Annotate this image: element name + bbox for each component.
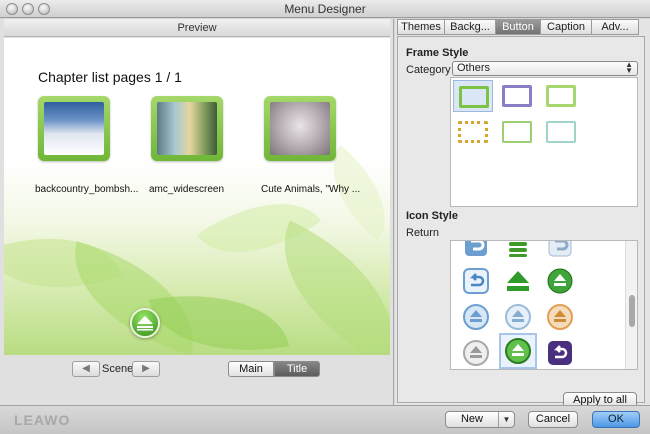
frame-option-1[interactable] [453,80,493,112]
thumbnail-label: amc_widescreen [149,184,225,195]
cancel-button[interactable]: Cancel [528,411,578,428]
chapter-thumbnail-1[interactable] [38,96,110,161]
eject-icon [507,271,529,291]
icon-style-grid [450,240,638,370]
thumbnail-label: backcountry_bombsh... [35,184,139,195]
frame-option-2[interactable] [497,80,537,112]
icon-option-eject-green-round[interactable] [541,263,579,299]
settings-pane: Themes Backg... Button Caption Adv... Fr… [395,19,650,409]
frame-option-5[interactable] [497,116,537,148]
icon-grid-scrollbar[interactable] [625,241,637,369]
scene-label: Scene [102,363,134,375]
tab-main[interactable]: Main [228,361,274,377]
ok-button[interactable]: OK [592,411,640,428]
preview-header: Preview [4,19,390,37]
tab-caption[interactable]: Caption [540,19,592,35]
bottom-toolbar: LEAWO New ▼ Cancel OK [0,405,650,434]
return-arrow-icon [463,268,489,294]
chapter-thumbnail-3[interactable] [264,96,336,161]
frame-option-6[interactable] [541,116,581,148]
eject-icon [509,242,527,257]
tab-advanced[interactable]: Adv... [591,19,639,35]
eject-icon [463,304,489,330]
icon-option-return-purple-square[interactable] [541,335,579,369]
icon-option-return-blue-square[interactable] [457,241,495,263]
icon-style-heading: Icon Style [406,210,458,222]
chevron-right-icon: ▶ [142,363,150,374]
frame-preview [459,86,489,108]
thumbnail-image [44,102,104,155]
icon-option-return-blue-outline[interactable] [457,263,495,299]
eject-icon [547,304,573,330]
chevron-down-icon[interactable]: ▼ [498,412,514,427]
category-value: Others [457,62,491,74]
tab-themes[interactable]: Themes [397,19,445,35]
thumbnail-image [157,102,217,155]
leawo-logo: LEAWO [14,412,71,428]
icon-option-eject-blue-round[interactable] [457,299,495,335]
tab-background[interactable]: Backg... [444,19,496,35]
settings-tabs: Themes Backg... Button Caption Adv... [397,19,645,37]
tab-title[interactable]: Title [274,361,320,377]
return-arrow-icon [548,341,572,365]
category-select[interactable]: Others ▲ ▼ [452,61,638,76]
thumbnail-image [270,102,330,155]
category-label: Category [406,64,451,76]
eject-icon [137,316,153,331]
preview-canvas: Chapter list pages 1 / 1 backcountry_bom… [4,38,390,355]
chapter-list-title: Chapter list pages 1 / 1 [38,69,182,85]
icon-option-eject-green-selected[interactable] [499,333,537,369]
icon-option-eject-lightblue-round[interactable] [499,299,537,335]
eject-icon [547,268,573,294]
select-arrows-icon: ▲ ▼ [625,60,633,75]
scene-next-button[interactable]: ▶ [132,361,160,377]
thumbnail-label: Cute Animals, "Why ... [261,184,361,195]
tab-button[interactable]: Button [495,19,541,35]
frame-preview [546,121,576,143]
icon-option-return-light-square[interactable] [541,241,579,263]
frame-preview [502,85,532,107]
eject-icon [505,304,531,330]
icon-option-eject-green-flat[interactable] [499,263,537,299]
preview-pane: Preview Chapter list pages 1 / 1 backcou… [0,19,394,405]
icon-option-eject-gray-round[interactable] [457,335,495,369]
return-arrow-icon [465,241,487,256]
frame-preview [458,121,488,143]
icon-style-sublabel: Return [406,227,440,239]
window-titlebar: Menu Designer [0,0,650,18]
frame-style-grid [450,77,638,207]
chevron-left-icon: ◀ [82,363,90,374]
scene-navigation: ◀ Scene ▶ Main Title [4,358,390,382]
eject-icon [505,338,531,364]
icon-option-eject-green-stack[interactable] [499,241,537,263]
eject-icon [463,340,489,366]
button-settings-panel: Frame Style Category Others ▲ ▼ Icon Sty… [397,36,645,409]
window-title: Menu Designer [284,2,366,16]
frame-option-4[interactable] [453,116,493,148]
frame-preview [502,121,532,143]
frame-preview [546,85,576,107]
return-arrow-icon [548,241,572,257]
new-button[interactable]: New ▼ [445,411,515,428]
chapter-thumbnail-2[interactable] [151,96,223,161]
scrollbar-thumb[interactable] [629,295,635,327]
icon-option-eject-orange-round[interactable] [541,299,579,335]
frame-option-3[interactable] [541,80,581,112]
new-button-label: New [460,413,483,425]
frame-style-heading: Frame Style [406,47,469,59]
scene-prev-button[interactable]: ◀ [72,361,100,377]
return-button-preview[interactable] [130,308,160,338]
